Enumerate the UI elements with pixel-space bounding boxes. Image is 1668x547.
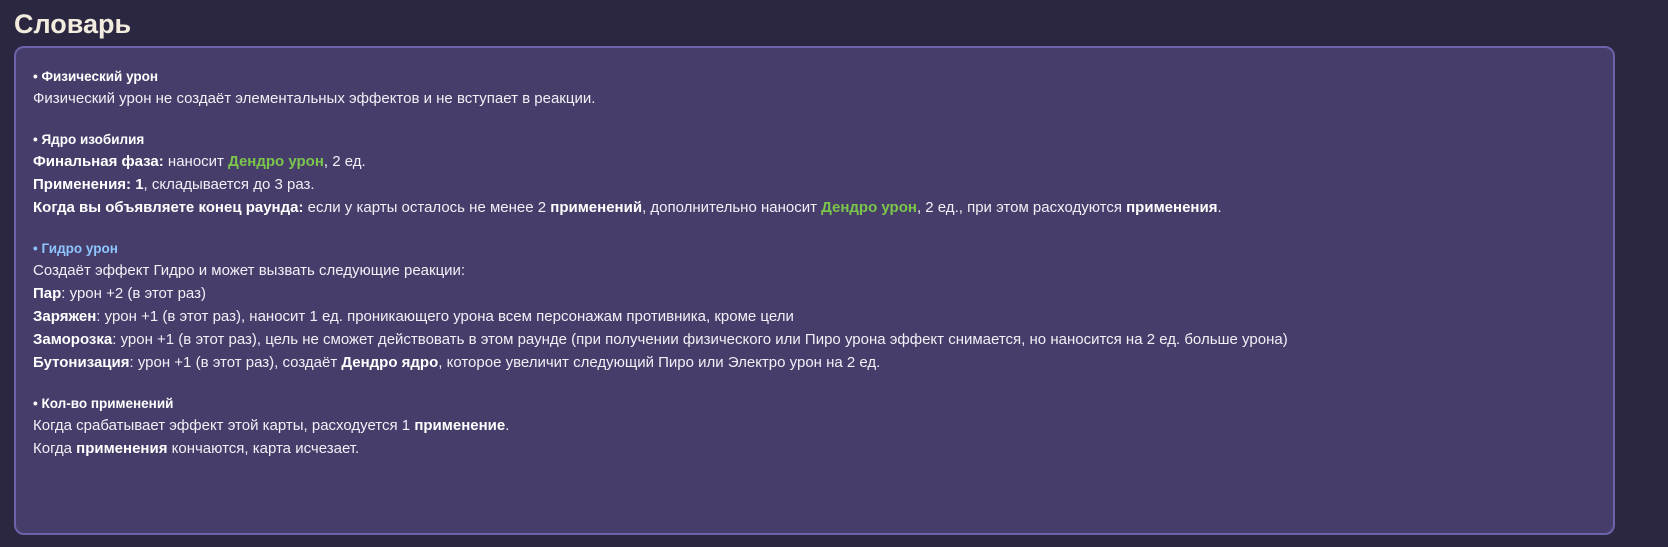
reaction-name: Бутонизация — [33, 354, 130, 371]
uses-term: применений — [550, 199, 643, 216]
reaction-name: Заморозка — [33, 331, 113, 348]
usage-text: Когда срабатывает эффект этой карты, рас… — [33, 417, 415, 434]
section-title-usage: • Кол-во применений — [33, 396, 174, 411]
reaction-text: : урон +1 (в этот раз), цель не сможет д… — [112, 331, 1288, 348]
glossary-section-usage: • Кол-во применений Когда срабатывает эф… — [33, 394, 1596, 460]
dendro-damage-term-2: Дендро урон — [821, 199, 917, 216]
usage-text-2: Когда — [33, 440, 77, 457]
final-phase-text: наносит — [163, 153, 229, 170]
round-end-label: Когда вы объявляете конец раунда: — [33, 199, 304, 216]
section-title-physical: • Физический урон — [33, 69, 159, 84]
reaction-text: : урон +1 (в этот раз), создаёт — [129, 354, 342, 371]
reaction-name: Заряжен — [33, 308, 97, 325]
uses-term-2: применения — [1126, 199, 1218, 216]
hydro-intro: Создаёт эффект Гидро и может вызвать сле… — [33, 262, 466, 279]
usage-line-2: Когда применения кончаются, карта исчеза… — [33, 437, 1596, 460]
core-round-end-line: Когда вы объявляете конец раунда: если у… — [33, 196, 1596, 219]
usage-term-2: применения — [76, 440, 168, 457]
round-end-text: если у карты осталось не менее 2 — [303, 199, 551, 216]
section-title-core: • Ядро изобилия — [33, 132, 145, 147]
final-phase-amount: , 2 ед. — [323, 153, 366, 170]
usage-line-1: Когда срабатывает эффект этой карты, рас… — [33, 414, 1596, 437]
reaction-frozen: Заморозка: урон +1 (в этот раз), цель не… — [33, 328, 1596, 351]
round-end-text-3: , 2 ед., при этом расходуются — [916, 199, 1127, 216]
page-title: Словарь — [14, 9, 132, 39]
reaction-electro-charged: Заряжен: урон +1 (в этот раз), наносит 1… — [33, 305, 1596, 328]
reaction-name: Пар — [33, 285, 62, 302]
reaction-vaporize: Пар: урон +2 (в этот раз) — [33, 282, 1596, 305]
glossary-section-core: • Ядро изобилия Финальная фаза: наносит … — [33, 130, 1596, 219]
usage-text-3: кончаются, карта исчезает. — [167, 440, 360, 457]
physical-description: Физический урон не создаёт элементальных… — [33, 90, 596, 107]
glossary-section-hydro: • Гидро урон Создаёт эффект Гидро и може… — [33, 239, 1596, 374]
section-title-hydro: • Гидро урон — [33, 241, 118, 256]
uses-text: , складывается до 3 раз. — [143, 176, 315, 193]
glossary-panel: • Физический урон Физический урон не соз… — [14, 46, 1615, 535]
round-end-text-2: , дополнительно наносит — [642, 199, 822, 216]
uses-label: Применения: 1 — [33, 176, 144, 193]
reaction-text: : урон +1 (в этот раз), наносит 1 ед. пр… — [96, 308, 794, 325]
usage-period: . — [505, 417, 510, 434]
final-phase-label: Финальная фаза: — [33, 153, 164, 170]
round-end-period: . — [1217, 199, 1222, 216]
reaction-text: : урон +2 (в этот раз) — [61, 285, 206, 302]
core-uses-line: Применения: 1, складывается до 3 раз. — [33, 173, 1596, 196]
dendro-damage-term: Дендро урон — [228, 153, 324, 170]
reaction-bloom: Бутонизация: урон +1 (в этот раз), созда… — [33, 351, 1596, 374]
glossary-section-physical: • Физический урон Физический урон не соз… — [33, 67, 1596, 110]
core-final-phase-line: Финальная фаза: наносит Дендро урон, 2 е… — [33, 150, 1596, 173]
dendro-core-term: Дендро ядро — [341, 354, 439, 371]
reaction-text-2: , которое увеличит следующий Пиро или Эл… — [438, 354, 881, 371]
usage-term: применение — [414, 417, 506, 434]
